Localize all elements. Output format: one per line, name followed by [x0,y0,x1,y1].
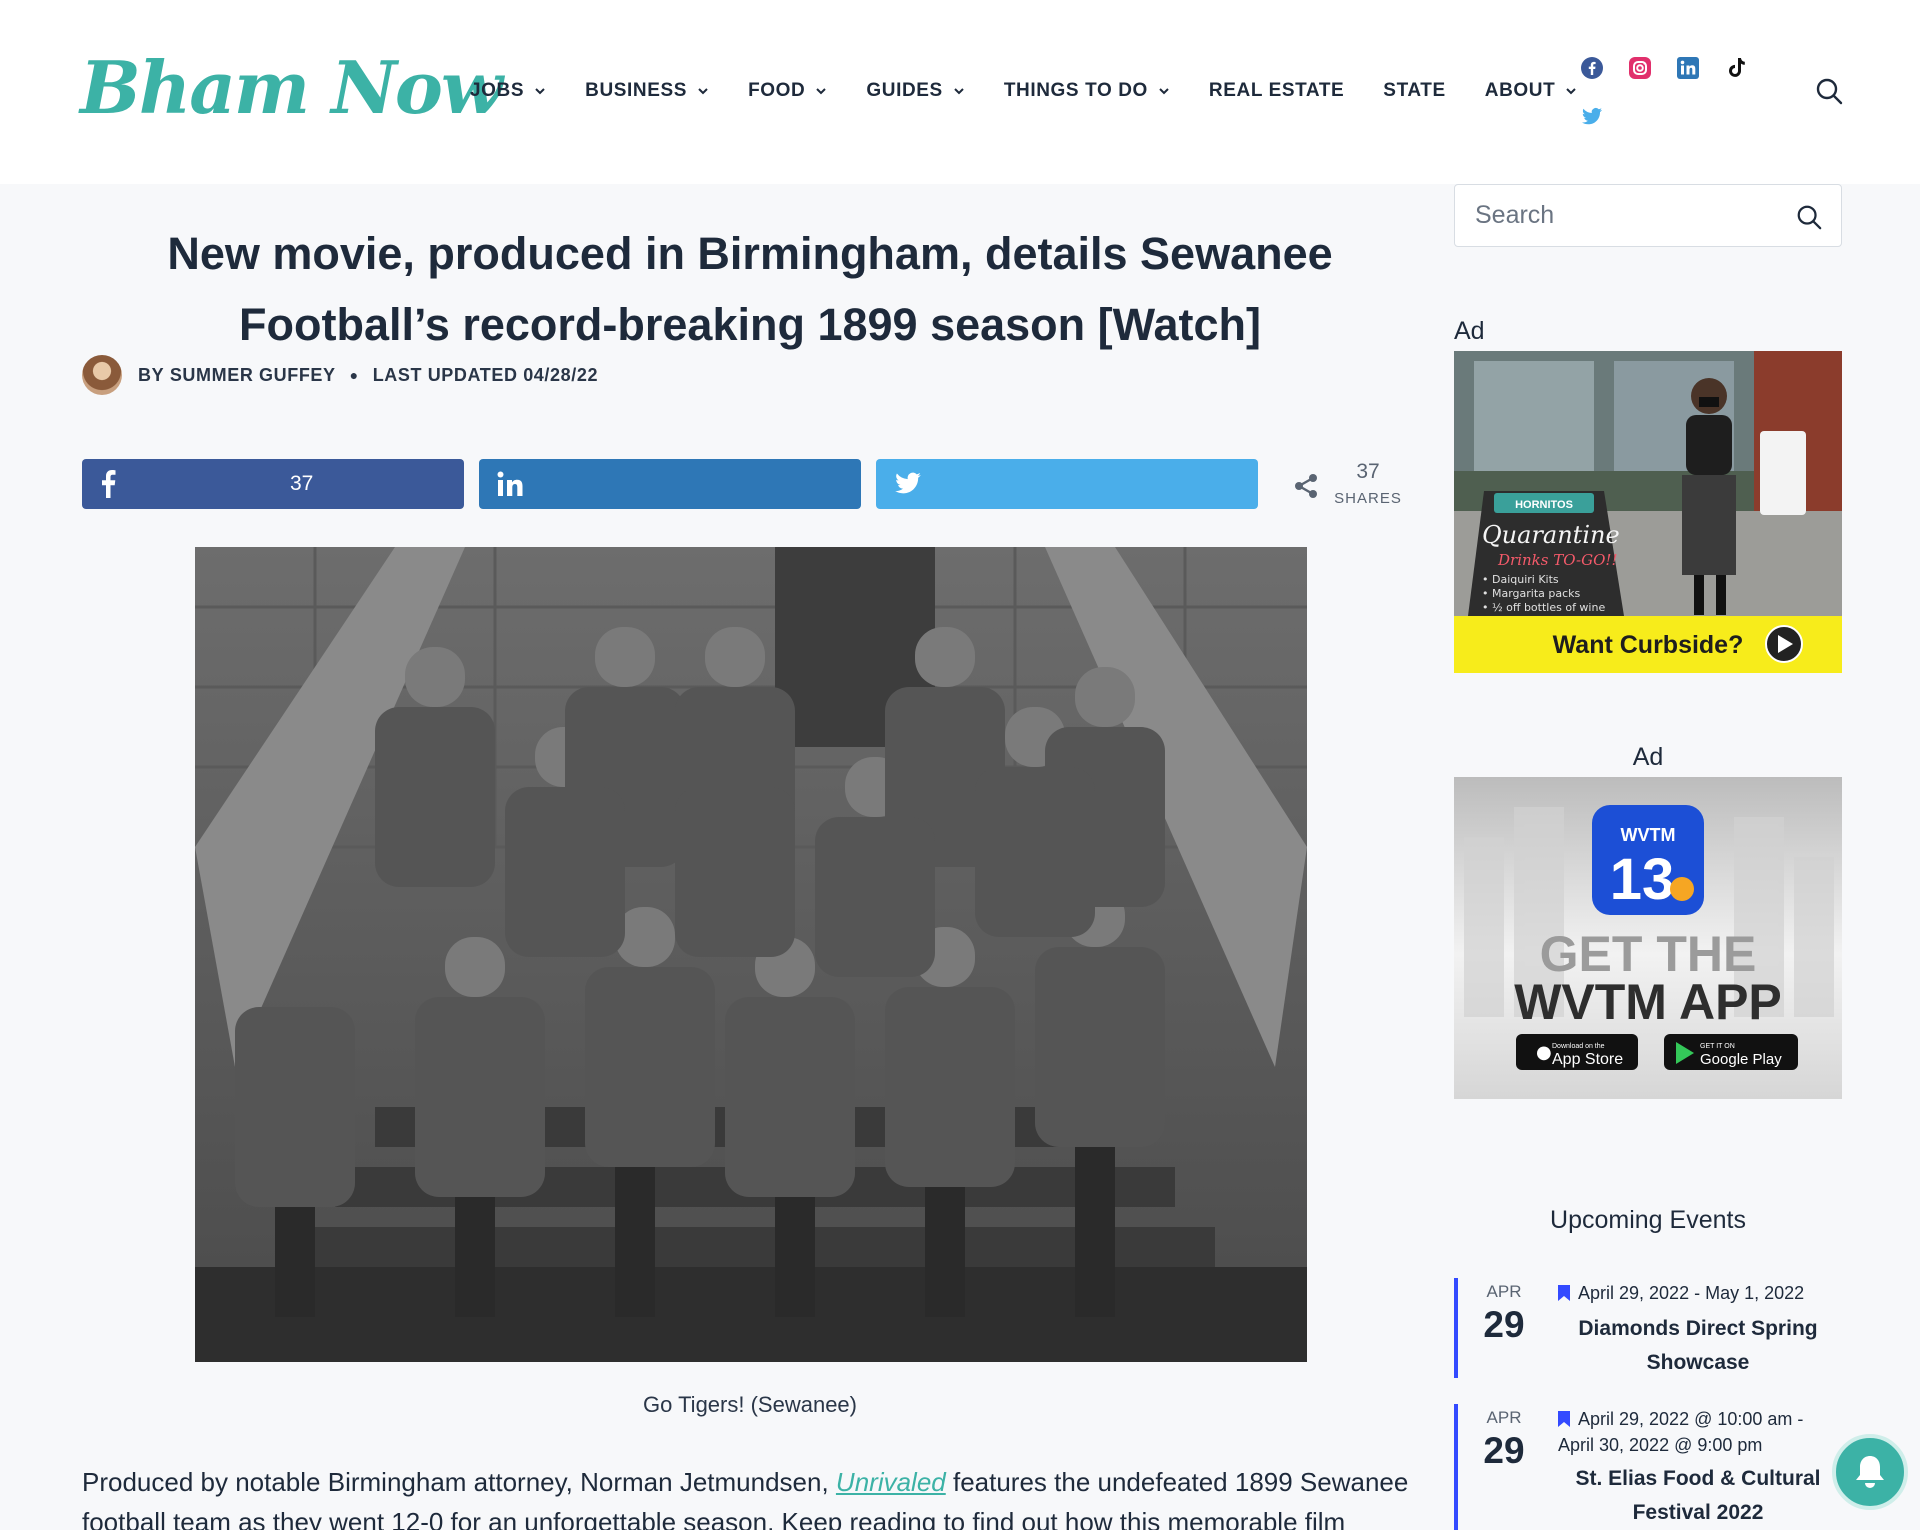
facebook-share-count: 37 [290,472,314,495]
article-title: New movie, produced in Birmingham, detai… [167,228,1333,350]
unrivaled-link[interactable]: Unrivaled [836,1467,946,1497]
search-icon[interactable] [1814,76,1844,106]
event-title[interactable]: Diamonds Direct Spring Showcase [1550,1312,1846,1380]
share-facebook-button[interactable]: 37 [82,459,464,509]
twitter-icon [895,472,921,494]
nav-real-estate[interactable]: REAL ESTATE [1209,80,1344,102]
search-icon[interactable] [1795,203,1823,231]
upcoming-events-title: Upcoming Events [1550,1206,1746,1234]
facebook-icon[interactable] [1578,54,1606,82]
share-linkedin-button[interactable] [479,459,861,509]
svg-text:Want Curbside?: Want Curbside? [1553,631,1744,659]
ad-wvtm-graphic: WVTM 13 GET THE WVTM APP ● Download on t… [1464,805,1834,1070]
nav-business[interactable]: BUSINESS [585,80,709,102]
chevron-down-icon [954,88,964,95]
svg-text:• Margarita packs: • Margarita packs [1482,587,1581,600]
bookmark-icon [1558,1411,1570,1427]
event-month: APR [1486,1408,1522,1427]
ad-wvtm-app[interactable]: WVTM 13 GET THE WVTM APP ● Download on t… [1454,777,1842,1099]
event-date: April 29, 2022 - May 1, 2022 [1558,1280,1838,1306]
svg-text:Google Play: Google Play [1700,1051,1782,1068]
total-share-count: 37 [1356,460,1380,483]
chevron-down-icon [698,88,708,95]
nav-jobs[interactable]: JOBS [470,80,546,102]
svg-text:App Store: App Store [1552,1051,1623,1068]
main-nav: JOBS BUSINESS FOOD GUIDES THINGS TO DO R… [470,76,1616,106]
team-photo-illustration [195,547,1307,1362]
ad-label: Ad [1632,743,1664,771]
ad-curbside-graphic: HORNITOS Quarantine Drinks TO-GO!! • Dai… [1454,351,1842,673]
event-month: APR [1486,1282,1522,1301]
twitter-icon[interactable] [1578,102,1606,130]
total-share-label: SHARES [1334,490,1402,507]
article-hero-image [195,547,1307,1362]
event-title[interactable]: St. Elias Food & Cultural Festival 2022 [1550,1462,1846,1530]
nav-guides[interactable]: GUIDES [866,80,964,102]
nav-about[interactable]: ABOUT [1485,80,1578,102]
site-logo[interactable]: Bham Now [80,48,503,128]
svg-text:13: 13 [1610,847,1675,912]
updated-date: 04/28/22 [523,364,599,385]
nav-state[interactable]: STATE [1383,80,1445,102]
chevron-down-icon [816,88,827,95]
event-day: 29 [1483,1430,1525,1471]
notification-bell-button[interactable] [1832,1434,1908,1510]
instagram-icon[interactable] [1626,54,1654,82]
linkedin-icon[interactable] [1674,54,1702,82]
site-header: Bham Now JOBS BUSINESS FOOD GUIDES THING… [0,0,1920,184]
event-item[interactable]: APR 29 April 29, 2022 @ 10:00 am - April… [1454,1404,1842,1530]
byline-by-label: BY [138,364,165,385]
nav-things-to-do[interactable]: THINGS TO DO [1004,80,1170,102]
article-body-paragraph: Produced by notable Birmingham attorney,… [82,1467,1409,1530]
svg-text:Drinks TO-GO!!: Drinks TO-GO!! [1497,551,1617,569]
chevron-down-icon [1566,88,1577,95]
author-avatar[interactable] [82,355,122,395]
sidebar-search-box [1454,184,1842,247]
svg-text:GET IT ON: GET IT ON [1700,1043,1735,1050]
event-day: 29 [1483,1304,1525,1345]
svg-text:• Daiquiri Kits: • Daiquiri Kits [1482,573,1559,586]
svg-text:Download on the: Download on the [1552,1043,1605,1050]
share-twitter-button[interactable] [876,459,1258,509]
svg-text:WVTM: WVTM [1621,825,1676,845]
share-icon [1295,474,1317,498]
ad-curbside[interactable]: HORNITOS Quarantine Drinks TO-GO!! • Dai… [1454,351,1842,673]
facebook-icon [102,470,116,498]
updated-label: LAST UPDATED [372,364,518,385]
sidebar-search-input[interactable] [1475,201,1775,230]
svg-text:WVTM APP: WVTM APP [1514,974,1782,1030]
ad-label: Ad [1454,317,1485,345]
social-links [1578,54,1758,134]
svg-text:Quarantine: Quarantine [1482,521,1620,549]
byline: BY SUMMER GUFFEY ● LAST UPDATED 04/28/22 [82,355,598,395]
chevron-down-icon [535,88,545,95]
linkedin-icon [497,471,523,496]
svg-text:HORNITOS: HORNITOS [1515,499,1573,511]
byline-separator: ● [349,367,359,383]
image-caption: Go Tigers! (Sewanee) [643,1392,857,1417]
svg-text:• ½ off bottles of wine: • ½ off bottles of wine [1482,601,1605,614]
bell-icon [1856,1456,1884,1488]
tiktok-icon[interactable] [1722,54,1750,82]
event-date: April 29, 2022 @ 10:00 am - April 30, 20… [1558,1409,1804,1455]
bookmark-icon [1558,1285,1570,1301]
svg-text:●: ● [1536,1042,1552,1063]
nav-food[interactable]: FOOD [748,80,827,102]
author-name[interactable]: SUMMER GUFFEY [170,365,336,386]
event-item[interactable]: APR 29 April 29, 2022 - May 1, 2022 Diam… [1454,1278,1842,1378]
chevron-down-icon [1159,88,1169,95]
